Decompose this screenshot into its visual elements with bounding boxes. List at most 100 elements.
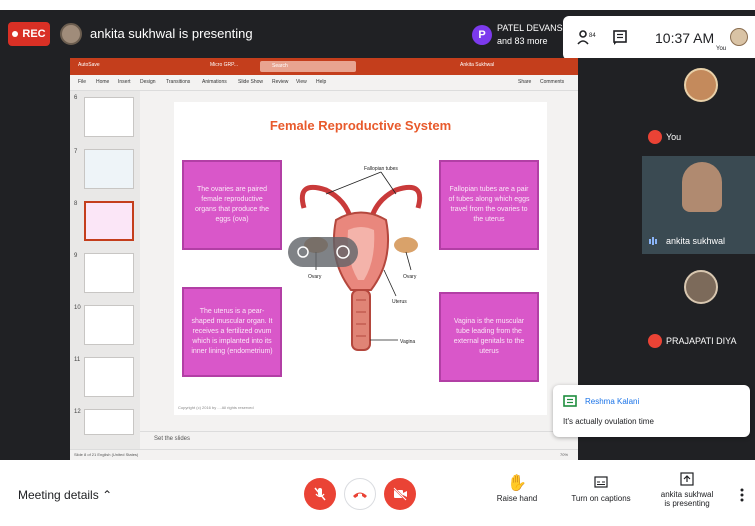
- slide-thumbnail-selected[interactable]: [84, 201, 134, 241]
- raise-hand-button[interactable]: ✋ Raise hand: [492, 474, 542, 503]
- notes-text: Set the slides: [154, 436, 191, 442]
- captions-label: Turn on captions: [571, 494, 631, 503]
- presenting-button[interactable]: ankita sukhwal is presenting: [652, 472, 722, 508]
- avatar: [684, 68, 718, 102]
- more-options-icon[interactable]: [740, 488, 744, 502]
- ppt-user[interactable]: Ankita Sukhwal: [460, 62, 494, 68]
- chat-sender: Reshma Kalani: [585, 397, 640, 406]
- mic-toggle-button[interactable]: [304, 478, 336, 510]
- slide-thumbnail[interactable]: [84, 149, 134, 189]
- info-box-fallopian: Fallopian tubes are a pair of tubes alon…: [439, 160, 539, 250]
- ppt-search-box[interactable]: Search: [260, 61, 356, 72]
- participant-summary-count: and 83 more: [497, 36, 548, 46]
- bottom-control-bar: Meeting details ⌃ ✋ Raise hand Turn on c…: [0, 460, 755, 526]
- reproductive-system-diagram: Fallopian tubes Ovary Ovary Uterus Vagin…: [299, 166, 423, 351]
- recording-badge: REC: [8, 22, 50, 46]
- raise-hand-label: Raise hand: [496, 494, 538, 503]
- autosave-toggle[interactable]: AutoSave: [78, 62, 100, 68]
- info-box-ovaries: The ovaries are paired female reproducti…: [182, 160, 282, 250]
- people-icon[interactable]: 84: [577, 30, 597, 46]
- menu-insert[interactable]: Insert: [118, 79, 131, 85]
- avatar: [684, 270, 718, 304]
- menu-file[interactable]: File: [78, 79, 86, 85]
- thumb-number: 11: [74, 357, 81, 363]
- menu-review[interactable]: Review: [272, 79, 288, 85]
- menu-home[interactable]: Home: [96, 79, 109, 85]
- meeting-details-button[interactable]: Meeting details ⌃: [18, 488, 112, 502]
- label-ovary-right: Ovary: [403, 274, 417, 280]
- present-screen-icon: [680, 472, 694, 486]
- hang-up-icon: [353, 492, 367, 498]
- thumb-number: 6: [74, 95, 78, 101]
- audio-level-icon: [649, 237, 657, 245]
- presentation-stage: AutoSave Micro GRP... Search Ankita Sukh…: [0, 58, 640, 460]
- slide-thumbnail-pane: 6 7 8 9 10 11 12: [70, 91, 140, 449]
- mic-off-icon: [648, 130, 662, 144]
- slide-thumbnail[interactable]: [84, 409, 134, 435]
- thumb-number: 12: [74, 409, 81, 415]
- mic-off-icon: [648, 334, 662, 348]
- label-ovary-left: Ovary: [308, 274, 322, 280]
- participant-avatar[interactable]: P: [472, 25, 492, 45]
- top-right-panel: 84 10:37 AM You: [563, 16, 755, 60]
- thumb-number: 8: [74, 201, 78, 207]
- info-box-vagina: Vagina is the muscular tube leading from…: [439, 292, 539, 382]
- captions-button[interactable]: Turn on captions: [566, 476, 636, 503]
- slide-thumbnail[interactable]: [84, 357, 134, 397]
- chat-notification[interactable]: Reshma Kalani It's actually ovulation ti…: [553, 385, 750, 437]
- video-feed: [682, 162, 722, 212]
- chevron-up-icon: ⌃: [102, 488, 113, 502]
- menu-design[interactable]: Design: [140, 79, 156, 85]
- tile-name: You: [666, 132, 682, 142]
- leave-call-button[interactable]: [344, 478, 376, 510]
- mic-off-icon: [314, 487, 326, 501]
- tile-you[interactable]: You: [642, 58, 755, 156]
- camera-toggle-button[interactable]: [384, 478, 416, 510]
- info-box-uterus-text: The uterus is a pear-shaped muscular org…: [191, 308, 273, 355]
- thumb-number: 10: [74, 305, 81, 311]
- slide-thumbnail[interactable]: [84, 305, 134, 345]
- menu-help[interactable]: Help: [316, 79, 326, 85]
- meeting-details-label: Meeting details: [18, 488, 99, 502]
- camera-off-icon: [393, 487, 407, 501]
- status-text: Slide 8 of 21 English (United States): [74, 452, 139, 457]
- self-label: You: [716, 46, 727, 52]
- top-bar: REC ankita sukhwal is presenting P PATEL…: [0, 10, 755, 60]
- label-vagina: Vagina: [400, 339, 415, 345]
- menu-view[interactable]: View: [296, 79, 307, 85]
- chat-icon[interactable]: [613, 30, 627, 46]
- tile-name: ankita sukhwal: [666, 236, 726, 246]
- tile-ankita[interactable]: ankita sukhwal: [642, 156, 755, 254]
- clock: 10:37 AM: [655, 30, 715, 46]
- meet-window: REC ankita sukhwal is presenting P PATEL…: [0, 0, 755, 526]
- tile-prajapati[interactable]: PRAJAPATI DIYA: [642, 254, 755, 352]
- record-dot-icon: [12, 31, 19, 37]
- current-slide: Female Reproductive System The ovaries a…: [174, 102, 547, 415]
- slide-thumbnail[interactable]: [84, 97, 134, 137]
- notes-bar[interactable]: Set the slides: [140, 431, 578, 449]
- menu-transitions[interactable]: Transitions: [166, 79, 190, 85]
- chat-message: It's actually ovulation time: [563, 417, 654, 426]
- info-box-uterus: The uterus is a pear-shaped muscular org…: [182, 287, 282, 377]
- ppt-comments-button[interactable]: Comments: [540, 79, 564, 85]
- info-box-vagina-text: Vagina is the muscular tube leading from…: [453, 318, 525, 355]
- slide-title: Female Reproductive System: [269, 118, 452, 133]
- laser-pointer-toolbar[interactable]: [288, 237, 358, 267]
- participant-summary[interactable]: PATEL DEVANSHI and 83 more: [497, 22, 572, 48]
- recording-label: REC: [22, 28, 46, 40]
- ppt-statusbar: Slide 8 of 21 English (United States) 70…: [70, 449, 578, 460]
- menu-slideshow[interactable]: Slide Show: [238, 79, 263, 85]
- thumb-number: 7: [74, 149, 78, 155]
- presenter-avatar: [60, 23, 82, 45]
- zoom-level[interactable]: 70%: [560, 452, 568, 457]
- svg-text:84: 84: [589, 33, 596, 39]
- slide-thumbnail[interactable]: [84, 253, 134, 293]
- menu-animations[interactable]: Animations: [202, 79, 227, 85]
- ppt-titlebar: AutoSave Micro GRP... Search Ankita Sukh…: [70, 58, 578, 75]
- ppt-share-button[interactable]: Share: [518, 79, 531, 85]
- powerpoint-window: AutoSave Micro GRP... Search Ankita Sukh…: [70, 58, 578, 460]
- self-avatar[interactable]: [730, 28, 748, 46]
- captions-icon: [594, 476, 608, 488]
- thumb-number: 9: [74, 253, 78, 259]
- hand-icon: ✋: [507, 475, 527, 492]
